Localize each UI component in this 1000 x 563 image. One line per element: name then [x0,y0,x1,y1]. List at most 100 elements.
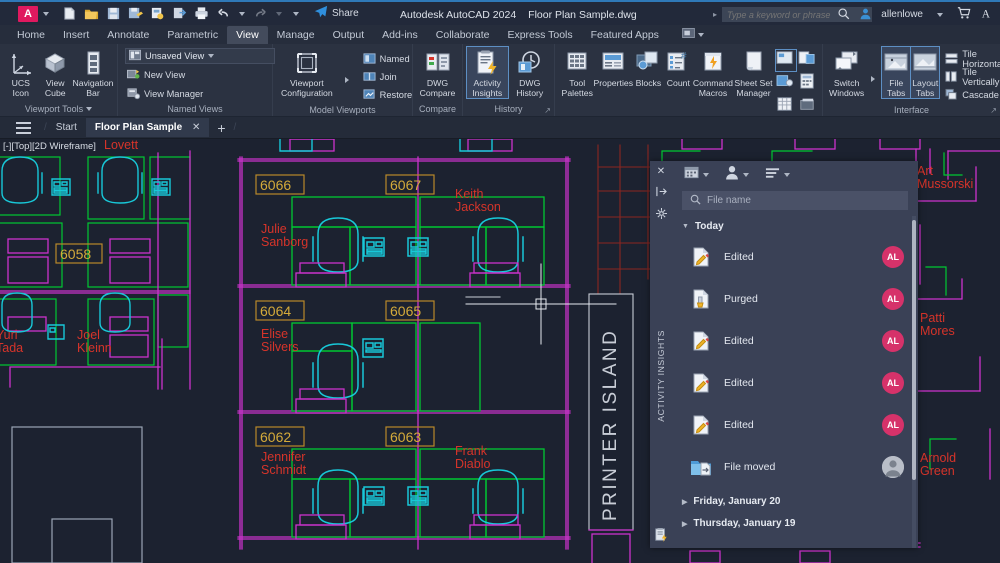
layer-states-icon[interactable] [798,96,818,117]
ribbon-tab-addins[interactable]: Add-ins [373,26,427,44]
list-item[interactable]: File moved [672,446,918,488]
user-icon[interactable] [859,7,872,23]
new-icon[interactable] [62,6,77,21]
redo-icon[interactable] [253,6,268,21]
avatar[interactable]: AL [882,414,904,436]
group-header-thursday[interactable]: ▶ Thursday, January 19 [672,511,918,533]
markup-set-icon[interactable] [798,50,818,71]
button-activity-insights[interactable]: Activity Insights [467,47,508,98]
button-restore-viewport[interactable]: Restore [361,86,413,103]
list-item[interactable]: Purged AL [672,278,918,320]
palette-scrollbar-thumb[interactable] [912,220,916,480]
export-icon[interactable] [172,6,187,21]
ribbon-tab-express-tools[interactable]: Express Tools [498,26,581,44]
ribbon-minimize-icon[interactable] [682,28,695,41]
save-as-icon[interactable] [128,6,143,21]
new-tab-button[interactable]: + [209,118,233,138]
history-dialog-launcher[interactable]: ↗ [544,106,551,115]
data-link-icon[interactable] [776,96,796,117]
redo-caret-icon[interactable] [276,12,282,16]
quick-calc-icon[interactable] [798,73,818,94]
ribbon-tab-home[interactable]: Home [8,26,54,44]
search-icon[interactable] [837,7,850,23]
person-filter-caret-icon[interactable] [743,173,749,177]
external-references-icon[interactable] [776,73,796,94]
open-icon[interactable] [84,6,99,21]
plot-preview-icon[interactable] [150,6,165,21]
button-file-tabs[interactable]: File Tabs [882,47,910,98]
button-ucs-icon[interactable]: UCS Icon [4,47,38,98]
group-header-today[interactable]: ▼ Today [672,216,918,236]
activity-insights-icon[interactable] [654,528,668,544]
button-named-viewport[interactable]: Named [361,50,413,67]
avatar[interactable]: AL [882,246,904,268]
ribbon-tab-featured-apps[interactable]: Featured Apps [582,26,668,44]
activity-list[interactable]: ▼ Today Edited AL Purged AL [672,216,918,548]
viewport-controls-label[interactable]: [-][Top][2D Wireframe] [3,141,96,152]
list-options-caret-icon[interactable] [784,173,790,177]
date-filter-caret-icon[interactable] [703,173,709,177]
list-item[interactable]: Edited AL [672,236,918,278]
palette-search-field[interactable]: File name [682,191,908,210]
undo-icon[interactable] [216,6,231,21]
button-viewport-configuration[interactable]: Viewport Configuration [281,47,333,98]
help-icon[interactable]: A [980,6,994,23]
button-dwg-history[interactable]: DWG History [510,47,551,98]
button-count[interactable]: # Count [664,47,693,89]
button-view-manager[interactable]: View Manager [125,85,203,102]
ribbon-tab-annotate[interactable]: Annotate [98,26,158,44]
design-center-icon[interactable] [776,50,796,71]
panel-title-viewport-tools[interactable]: Viewport Tools [4,102,113,116]
qat-customize-caret-icon[interactable] [293,12,299,16]
viewport-config-caret-icon[interactable] [345,77,349,83]
panel-expand-caret-icon[interactable] [86,107,92,111]
properties-icon[interactable] [656,208,667,221]
list-options-button[interactable] [765,166,790,185]
avatar[interactable] [882,456,904,478]
list-item[interactable]: Edited AL [672,404,918,446]
switch-windows-caret-icon[interactable] [871,76,875,82]
ribbon-tab-collaborate[interactable]: Collaborate [427,26,499,44]
application-menu-button[interactable]: A [18,6,38,22]
button-blocks[interactable]: Blocks [633,47,664,89]
application-menu-caret-icon[interactable] [43,12,49,16]
button-navigation-bar[interactable]: Navigation Bar [73,47,113,98]
ribbon-tab-parametric[interactable]: Parametric [158,26,227,44]
search-expand-icon[interactable]: ▸ [713,10,717,19]
button-layout-tabs[interactable]: Layout Tabs [911,47,939,98]
chevron-down-icon[interactable]: ▼ [682,223,689,230]
button-dwg-compare[interactable]: DWG Compare [417,47,458,98]
print-icon[interactable] [194,6,209,21]
list-item[interactable]: Edited AL [672,362,918,404]
button-switch-windows[interactable]: Switch Windows [829,47,864,98]
button-command-macros[interactable]: Command Macros [693,47,733,98]
avatar[interactable]: AL [882,372,904,394]
auto-hide-icon[interactable] [656,186,667,199]
named-view-caret-icon[interactable] [208,54,214,58]
menu-hamburger-button[interactable] [10,122,36,134]
ribbon-tab-insert[interactable]: Insert [54,26,98,44]
avatar[interactable]: AL [882,330,904,352]
user-menu-caret-icon[interactable] [937,13,943,17]
user-name[interactable]: allenlowe [881,9,923,20]
list-item[interactable]: Edited AL [672,320,918,362]
ribbon-tab-manage[interactable]: Manage [268,26,324,44]
tab-floor-plan-sample[interactable]: Floor Plan Sample ✕ [86,118,209,137]
button-sheet-set-manager[interactable]: Sheet Set Manager [733,47,774,98]
interface-dialog-launcher[interactable]: ↗ [990,106,997,115]
undo-caret-icon[interactable] [239,12,245,16]
button-tile-vertically[interactable]: Tile Vertically [943,68,1000,85]
ribbon-tab-view[interactable]: View [227,26,268,44]
ribbon-options-caret-icon[interactable] [698,33,704,37]
button-tile-horizontally[interactable]: Tile Horizontally [943,50,1000,67]
date-filter-button[interactable] [684,165,709,185]
avatar[interactable]: AL [882,288,904,310]
group-header-friday[interactable]: ▶ Friday, January 20 [672,488,918,511]
chevron-right-icon[interactable]: ▶ [682,520,687,528]
cart-icon[interactable] [957,6,971,23]
button-cascade[interactable]: Cascade [943,86,1000,103]
button-join-viewport[interactable]: Join [361,68,413,85]
tab-start[interactable]: Start [47,118,86,137]
close-icon[interactable]: ✕ [192,122,200,133]
ribbon-display-options[interactable] [682,28,704,44]
